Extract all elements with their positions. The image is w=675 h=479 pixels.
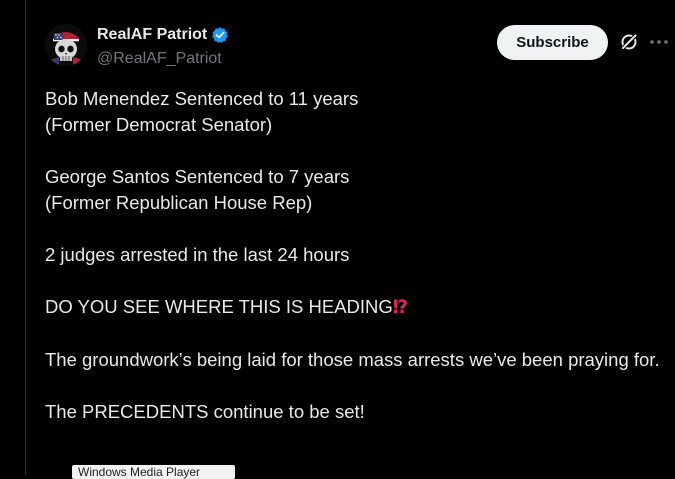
tooltip: Windows Media Player: [72, 465, 235, 479]
grok-icon[interactable]: [619, 32, 639, 52]
tweet-line: The groundwork’s being laid for those ma…: [45, 349, 660, 370]
handle[interactable]: @RealAF_Patriot: [97, 50, 229, 68]
display-name[interactable]: RealAF Patriot: [97, 26, 207, 44]
verified-badge-icon[interactable]: [211, 26, 229, 44]
avatar[interactable]: [45, 24, 87, 66]
tweet-line: (Former Republican House Rep): [45, 192, 313, 213]
subscribe-button[interactable]: Subscribe: [497, 25, 608, 60]
avatar-skull-flag-image: [45, 24, 87, 66]
tweet-line: 2 judges arrested in the last 24 hours: [45, 244, 350, 265]
exclamation-question-emoji-icon: ⁉: [392, 297, 409, 318]
tweet-text: Bob Menendez Sentenced to 11 years (Form…: [45, 86, 665, 425]
tweet-line: The PRECEDENTS continue to be set!: [45, 401, 365, 422]
tweet-line: Bob Menendez Sentenced to 11 years: [45, 88, 359, 109]
tweet-container: RealAF Patriot @RealAF_Patriot Subscribe…: [0, 0, 675, 479]
tweet-line: George Santos Sentenced to 7 years: [45, 166, 350, 187]
author-info[interactable]: RealAF Patriot @RealAF_Patriot: [97, 24, 229, 68]
tweet-line-text: DO YOU SEE WHERE THIS IS HEADING: [45, 296, 393, 317]
display-name-row: RealAF Patriot: [97, 24, 229, 46]
tweet-line: (Former Democrat Senator): [45, 114, 273, 135]
more-icon[interactable]: [648, 34, 670, 50]
divider: [25, 0, 26, 475]
tweet-line-question: DO YOU SEE WHERE THIS IS HEADING⁉: [45, 294, 665, 321]
